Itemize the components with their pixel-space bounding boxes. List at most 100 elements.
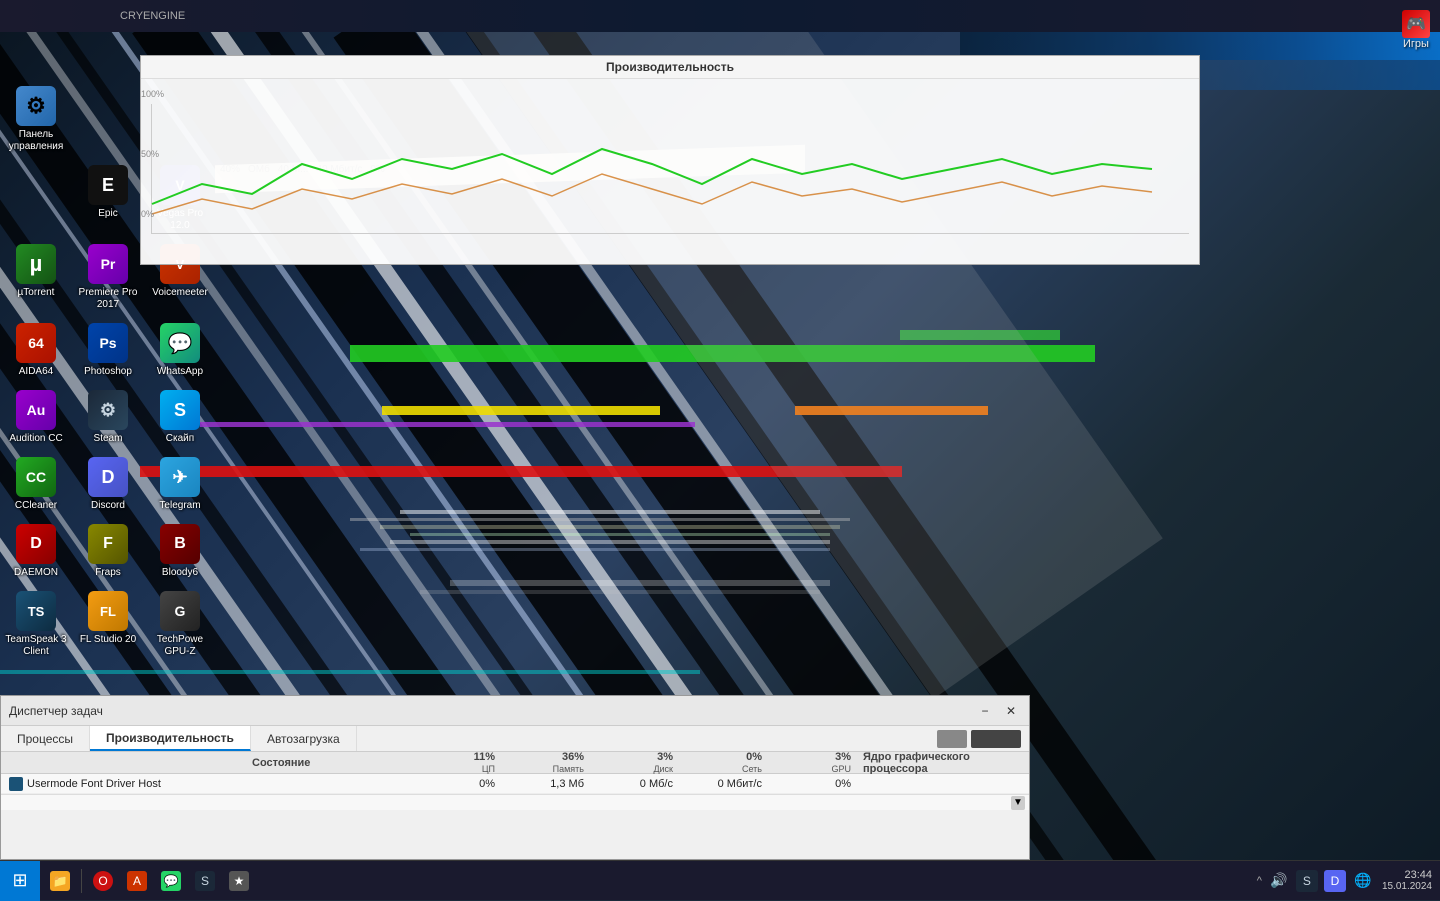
tray-icon-network[interactable]: 🌐 [1352, 870, 1374, 892]
icon-ccleaner[interactable]: CC CCleaner [0, 451, 72, 518]
process-gpu: 0% [770, 778, 859, 790]
igry-button[interactable]: 🎮 Игры [1402, 10, 1430, 50]
icon-aida64[interactable]: 64 AIDA64 [0, 317, 72, 384]
icon-flstudio[interactable]: FL FL Studio 20 [72, 585, 144, 664]
tab-processes[interactable]: Процессы [1, 726, 90, 751]
perf-graph-area: 100% 50% 0% [141, 79, 1199, 264]
taskbar-icon-chat: 💬 [161, 871, 181, 891]
icon-row-5: CC CCleaner D Discord ✈ Telegram [0, 451, 216, 518]
icon-bloody[interactable]: B Bloody6 [144, 518, 216, 585]
col-cpu: 11% ЦП [414, 751, 503, 775]
icon-audition-label: Audition CC [9, 433, 62, 445]
icon-steam-img: ⚙ [88, 390, 128, 430]
col-disk: 3% Диск [592, 751, 681, 775]
tray-icon-speaker[interactable]: 🔊 [1268, 870, 1290, 892]
icon-panel[interactable]: ⚙ Панель управления [0, 80, 72, 159]
tm-scroll-area[interactable]: ▼ [1, 794, 1029, 810]
icon-fraps-label: Fraps [95, 567, 121, 579]
icon-audition[interactable]: Au Audition CC [0, 384, 72, 451]
clock-time: 23:44 [1382, 869, 1432, 881]
process-name: Usermode Font Driver Host [5, 777, 252, 791]
taskbar-icon-files: 📁 [50, 871, 70, 891]
icon-row-3: 64 AIDA64 Ps Photoshop 💬 WhatsApp [0, 317, 216, 384]
taskbar-clock[interactable]: 23:44 15.01.2024 [1382, 869, 1440, 892]
start-button[interactable]: ⊞ [0, 861, 40, 901]
icon-teamspeak[interactable]: TS TeamSpeak 3 Client [0, 585, 72, 664]
icon-steam[interactable]: ⚙ Steam [72, 384, 144, 451]
icon-skype[interactable]: S Скайп [144, 384, 216, 451]
icon-discord[interactable]: D Discord [72, 451, 144, 518]
tm-close-button[interactable]: ✕ [1001, 702, 1021, 720]
icon-telegram-label: Telegram [159, 500, 200, 512]
tm-title: Диспетчер задач [9, 704, 103, 718]
col-status: Состояние [252, 757, 414, 769]
graph-axes [151, 104, 1189, 234]
taskbar-app-opera[interactable]: O [87, 863, 119, 899]
icon-row-4: Au Audition CC ⚙ Steam S Скайп [0, 384, 216, 451]
icon-whatsapp-label: WhatsApp [157, 366, 203, 378]
icon-skype-img: S [160, 390, 200, 430]
taskbar-app-steam-tb[interactable]: S [189, 863, 221, 899]
tab-autostart[interactable]: Автозагрузка [251, 726, 357, 751]
tm-controls: − ✕ [975, 702, 1021, 720]
tm-sort-icon2 [971, 730, 1021, 748]
perf-window-title: Производительность [141, 56, 1199, 79]
taskbar-tray: ^ 🔊 S D 🌐 [1249, 870, 1382, 892]
icon-photoshop[interactable]: Ps Photoshop [72, 317, 144, 384]
tm-scroll-down[interactable]: ▼ [1011, 796, 1025, 810]
icon-steam-label: Steam [94, 433, 123, 445]
taskbar-app-chat[interactable]: 💬 [155, 863, 187, 899]
igry-label: Игры [1403, 38, 1429, 50]
taskbar-app-extra[interactable]: ★ [223, 863, 255, 899]
icon-skype-label: Скайп [166, 433, 194, 445]
icon-telegram[interactable]: ✈ Telegram [144, 451, 216, 518]
start-icon: ⊞ [12, 870, 27, 891]
tray-icon-discord-tray[interactable]: D [1324, 870, 1346, 892]
icon-aida64-img: 64 [16, 323, 56, 363]
taskbar-icon-extra: ★ [229, 871, 249, 891]
icon-photoshop-img: Ps [88, 323, 128, 363]
tm-tabs-row: Процессы Производительность Автозагрузка [1, 726, 1029, 752]
icon-photoshop-label: Photoshop [84, 366, 132, 378]
tm-titlebar: Диспетчер задач − ✕ [1, 696, 1029, 726]
icon-daemon-img: D [16, 524, 56, 564]
icon-discord-img: D [88, 457, 128, 497]
tray-icon-steam-tray[interactable]: S [1296, 870, 1318, 892]
icon-utorrent-img: µ [16, 244, 56, 284]
icon-epic-label: Epic [98, 208, 117, 220]
icon-ccleaner-img: CC [16, 457, 56, 497]
taskbar-apps: 📁 O A 💬 S ★ [40, 861, 259, 901]
icon-discord-label: Discord [91, 500, 125, 512]
col-gpu: 3% GPU [770, 751, 859, 775]
icon-premiere[interactable]: Pr Premiere Pro 2017 [72, 238, 144, 317]
icon-gpuz[interactable]: G TechPowe GPU-Z [144, 585, 216, 664]
icon-epic-img: E [88, 165, 128, 205]
col-gpu-engine: Ядро графического процессора [859, 751, 1025, 775]
tab-performance[interactable]: Производительность [90, 726, 251, 751]
icon-aida64-label: AIDA64 [19, 366, 53, 378]
icon-telegram-img: ✈ [160, 457, 200, 497]
tm-sort-icon1 [937, 730, 967, 748]
col-net: 0% Сеть [681, 751, 770, 775]
icon-premiere-img: Pr [88, 244, 128, 284]
icon-voicemeeter-label: Voicemeeter [152, 287, 208, 299]
taskbar: ⊞ 📁 O A 💬 S ★ ^ 🔊 S D 🌐 23:44 15.01.2 [0, 860, 1440, 900]
taskbar-icon-steam-tb: S [195, 871, 215, 891]
taskbar-app-files[interactable]: 📁 [44, 863, 76, 899]
task-manager[interactable]: Диспетчер задач − ✕ Процессы Производите… [0, 695, 1030, 860]
tm-minimize-button[interactable]: − [975, 702, 995, 720]
tray-expand[interactable]: ^ [1257, 875, 1262, 887]
icon-utorrent[interactable]: µ µTorrent [0, 238, 72, 317]
icon-fraps[interactable]: F Fraps [72, 518, 144, 585]
igry-icon: 🎮 [1402, 10, 1430, 38]
icon-daemon[interactable]: D DAEMON [0, 518, 72, 585]
icon-teamspeak-img: TS [16, 591, 56, 631]
icon-gpuz-img: G [160, 591, 200, 631]
tm-row-usermode[interactable]: Usermode Font Driver Host 0% 1,3 Мб 0 Мб… [1, 774, 1029, 794]
icon-epic[interactable]: E Epic [72, 159, 144, 238]
icon-bloody-img: B [160, 524, 200, 564]
taskbar-icon-adobe: A [127, 871, 147, 891]
process-name-inner: Usermode Font Driver Host [9, 777, 252, 791]
taskbar-app-adobe[interactable]: A [121, 863, 153, 899]
icon-whatsapp[interactable]: 💬 WhatsApp [144, 317, 216, 384]
